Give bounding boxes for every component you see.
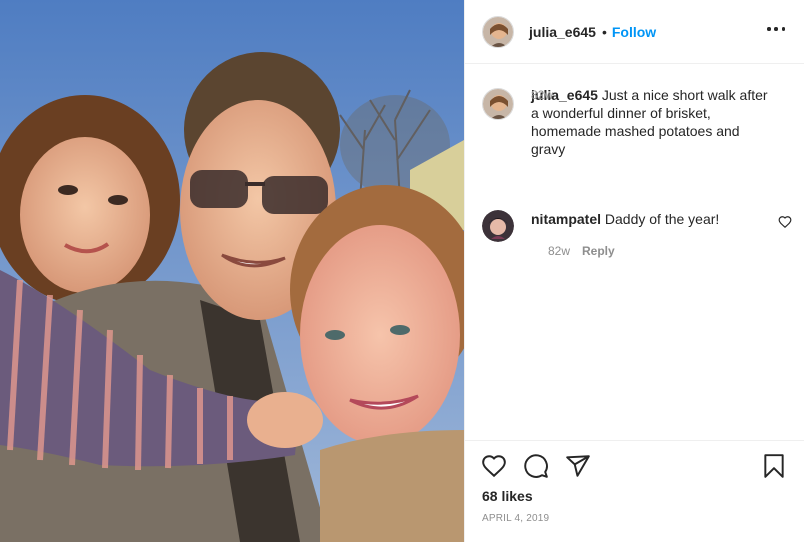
comment-meta: 82w Reply bbox=[548, 244, 615, 258]
post-caption: julia_e645 Just a nice short walk after … bbox=[482, 86, 792, 158]
comment-item: nitampatel Daddy of the year! 82w Reply bbox=[482, 210, 792, 258]
comment-text-block: nitampatel Daddy of the year! bbox=[531, 210, 719, 242]
share-icon[interactable] bbox=[565, 453, 591, 479]
likes-count[interactable]: 68 likes bbox=[482, 488, 533, 504]
caption-timestamp[interactable]: 82w bbox=[531, 88, 553, 102]
more-options-icon[interactable] bbox=[767, 20, 785, 38]
action-icons bbox=[481, 453, 591, 479]
comment-like-heart-icon[interactable] bbox=[778, 215, 792, 229]
commenter-avatar[interactable] bbox=[482, 210, 514, 242]
post-header: julia_e645 • Follow bbox=[465, 0, 804, 64]
author-avatar[interactable] bbox=[482, 15, 514, 48]
post-photo[interactable] bbox=[0, 0, 464, 542]
post-photo-image bbox=[0, 0, 464, 542]
instagram-post: julia_e645 • Follow julia_e645 Just a ni… bbox=[0, 0, 804, 542]
post-sidebar: julia_e645 • Follow julia_e645 Just a ni… bbox=[464, 0, 804, 542]
caption-avatar[interactable] bbox=[482, 88, 514, 120]
bookmark-icon[interactable] bbox=[761, 453, 787, 479]
comment-timestamp[interactable]: 82w bbox=[548, 244, 570, 258]
header-separator: • bbox=[601, 23, 607, 40]
follow-button[interactable]: Follow bbox=[612, 24, 656, 40]
comment-icon[interactable] bbox=[523, 453, 549, 479]
post-actions: 68 likes APRIL 4, 2019 bbox=[465, 440, 804, 542]
commenter-username[interactable]: nitampatel bbox=[531, 211, 601, 227]
comment-text: Daddy of the year! bbox=[604, 211, 720, 227]
post-date[interactable]: APRIL 4, 2019 bbox=[482, 513, 549, 524]
reply-button[interactable]: Reply bbox=[582, 244, 615, 258]
caption-text-block: julia_e645 Just a nice short walk after … bbox=[531, 86, 771, 158]
heart-icon[interactable] bbox=[481, 453, 507, 479]
author-username[interactable]: julia_e645 bbox=[529, 24, 596, 40]
